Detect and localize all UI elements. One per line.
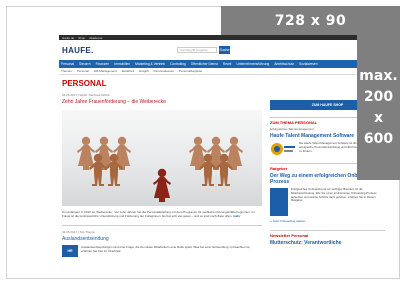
topbar-link[interactable]: Haufe.de (62, 36, 74, 40)
article-hero-image[interactable] (62, 110, 262, 206)
ad-size-line: max. (359, 67, 398, 84)
divider (62, 224, 262, 226)
search-input[interactable]: Suchbegriff eingeben (177, 47, 217, 53)
leaderboard-ad-placeholder[interactable]: 728 x 90 (221, 6, 400, 35)
article-teaser: Am Anfangen 3, 2016 ist ‚Weiberecke‘. Vo… (62, 210, 262, 219)
website-preview: Haufe.de Shop Akademie HAUFE. Suchbegrif… (59, 35, 391, 278)
subnav-item[interactable]: Personalbegleiter (179, 69, 202, 73)
red-figure (153, 168, 171, 202)
nav-item[interactable]: Personal (61, 62, 74, 66)
nav-item[interactable]: Öffentlicher Dienst (191, 62, 218, 66)
sidebar-teaser: Erfolgreiches Onboarding ist ein wichtig… (270, 187, 385, 216)
subnav-item[interactable]: Personalwesen (154, 69, 175, 73)
nav-item[interactable]: Immobilien (114, 62, 130, 66)
nav-item[interactable]: Unternehmensführung (236, 62, 269, 66)
article-teaser-text: Am Anfangen 3, 2016 ist ‚Weiberecke‘. Vo… (62, 210, 255, 219)
topbar-link[interactable]: Akademie (89, 36, 102, 40)
section-title: PERSONAL (62, 79, 107, 88)
nav-item[interactable]: Sozialwesen (299, 62, 318, 66)
haufe-logo[interactable]: HAUFE. (62, 46, 94, 55)
nav-item[interactable]: Arbeitsschutz (274, 62, 294, 66)
page-frame: Haufe.de Shop Akademie HAUFE. Suchbegrif… (6, 6, 400, 279)
sidebar-heading: Newsletter Personal (270, 230, 385, 238)
site-header: HAUFE. Suchbegriff eingeben Suche Anmeld… (59, 40, 391, 60)
subnav-item[interactable]: HR-Management (94, 69, 117, 73)
ad-size-line: 200 (363, 88, 394, 105)
main-column: 04.05.2017 | Weibl. Nachwuchsförd. Zehn … (62, 93, 262, 257)
onboarding-link[interactable]: » Jetzt Onboarding starten (270, 219, 385, 223)
book-cover-thumbnail[interactable] (270, 188, 288, 216)
ad-size-line: x (373, 109, 384, 126)
nav-item[interactable]: Finanzen (96, 62, 110, 66)
article-thumbnail[interactable]: HR (62, 244, 78, 257)
skyscraper-ad-placeholder[interactable]: max. 200 x 600 (357, 35, 400, 180)
sidebar-teaser-text: Erfolgreiches Onboarding ist ein wichtig… (291, 187, 377, 203)
article-title[interactable]: Auslandsentsendung (62, 236, 262, 242)
article-row: HR Auslandsentsendungen sind eine Frage,… (62, 244, 262, 257)
nav-item[interactable]: Controlling (170, 62, 186, 66)
read-more-link[interactable]: mehr (233, 214, 240, 218)
main-nav: Personal Steuern Finanzen Immobilien Mar… (59, 60, 391, 68)
ad-size-line: 600 (363, 130, 394, 147)
sub-nav: Themen Personal HR-Management Zeitarbeit… (59, 68, 391, 75)
product-logo-icon (270, 142, 296, 156)
article-title[interactable]: Zehn Jahre Frauenförderung – die Weibere… (62, 99, 262, 105)
subnav-item[interactable]: Themen (61, 69, 72, 73)
subnav-item[interactable]: Entgelt (139, 69, 148, 73)
sidebar-title[interactable]: Mutterschutz: Verantwortliche (270, 240, 385, 246)
article-meta: 04.05.2017 | Top-Thema (62, 229, 95, 234)
subnav-item[interactable]: Personal (77, 69, 89, 73)
article-meta: 04.05.2017 | Weibl. Nachwuchsförd. (62, 93, 111, 97)
subnav-item[interactable]: Zeitarbeit (122, 69, 135, 73)
nav-item[interactable]: Steuern (79, 62, 91, 66)
nav-item[interactable]: Marketing & Vertrieb (135, 62, 165, 66)
search-button[interactable]: Suche (219, 46, 230, 54)
topbar-link[interactable]: Shop (78, 36, 85, 40)
paper-figures-illustration (77, 136, 243, 202)
article-teaser-text: Auslandsentsendungen sind eine Frage, di… (81, 244, 251, 254)
nav-item[interactable]: Recht (223, 62, 232, 66)
